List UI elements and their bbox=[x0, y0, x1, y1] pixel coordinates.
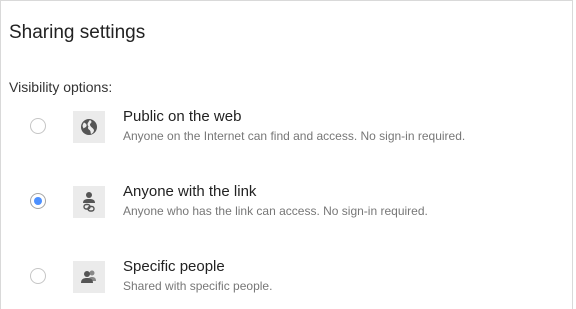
dialog-title: Sharing settings bbox=[9, 22, 146, 43]
specific-people-radio[interactable] bbox=[30, 268, 46, 284]
visibility-options-label: Visibility options: bbox=[9, 79, 113, 95]
anyone-with-link-radio[interactable] bbox=[30, 193, 46, 209]
option-description: Anyone on the Internet can find and acce… bbox=[123, 129, 466, 143]
sharing-settings-dialog: Sharing settings Visibility options: Pub… bbox=[0, 0, 573, 309]
option-title: Specific people bbox=[123, 258, 225, 275]
option-title: Anyone with the link bbox=[123, 183, 257, 200]
person-link-icon bbox=[73, 186, 105, 218]
people-icon bbox=[73, 261, 105, 293]
option-description: Shared with specific people. bbox=[123, 279, 273, 293]
option-specific-people[interactable]: Specific people Shared with specific peo… bbox=[1, 256, 573, 300]
option-title: Public on the web bbox=[123, 108, 242, 125]
option-public-on-web[interactable]: Public on the web Anyone on the Internet… bbox=[1, 106, 573, 150]
option-anyone-with-link[interactable]: Anyone with the link Anyone who has the … bbox=[1, 181, 573, 225]
radio-selected-dot bbox=[34, 197, 42, 205]
globe-icon bbox=[73, 111, 105, 143]
public-radio[interactable] bbox=[30, 118, 46, 134]
option-description: Anyone who has the link can access. No s… bbox=[123, 204, 428, 218]
